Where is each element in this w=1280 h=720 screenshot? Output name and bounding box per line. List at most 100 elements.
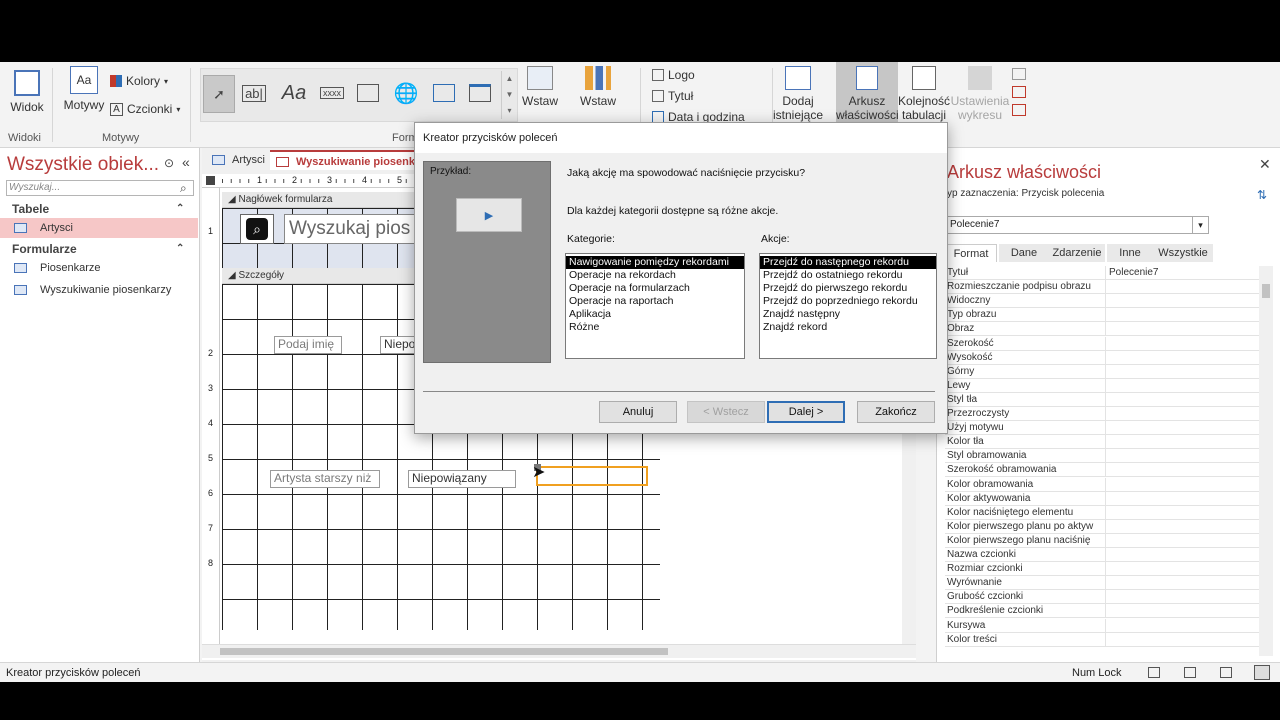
search-icon[interactable]: ⌕ [180, 181, 187, 196]
property-value[interactable] [1105, 576, 1251, 591]
property-value[interactable] [1105, 435, 1251, 450]
header-title-label[interactable]: Wyszukaj pios [284, 214, 424, 244]
sort-icon[interactable]: ⇅ [1257, 188, 1267, 202]
property-value[interactable] [1105, 463, 1251, 478]
property-value[interactable] [1105, 618, 1251, 633]
list-item[interactable]: Znajdź rekord [760, 321, 936, 334]
property-value[interactable] [1105, 378, 1251, 393]
search-logo[interactable]: ⌕ [240, 214, 274, 244]
tab-wyszukiwanie[interactable]: Wyszukiwanie piosenkarzy [270, 150, 420, 170]
chart-settings-button[interactable]: Ustawienia wykresu [950, 66, 1010, 122]
design-view-active-icon[interactable] [1254, 665, 1270, 680]
property-sheet-button[interactable]: Arkusz właściwości [836, 62, 898, 128]
property-value[interactable] [1105, 519, 1251, 534]
property-row[interactable]: Wyrównanie [945, 576, 1259, 591]
property-row[interactable]: Lewy [945, 378, 1259, 393]
property-row[interactable]: Obraz [945, 322, 1259, 337]
fonts-button[interactable]: A Czcionki ▾ [110, 102, 180, 116]
themes-button[interactable]: Aa Motywy [62, 66, 106, 112]
colors-button[interactable]: Kolory ▾ [110, 74, 168, 88]
code-icon[interactable] [1012, 86, 1026, 98]
list-item[interactable]: Przejdź do poprzedniego rekordu [760, 295, 936, 308]
property-row[interactable]: Kursywa [945, 618, 1259, 633]
property-row[interactable]: Podkreślenie czcionki [945, 604, 1259, 619]
list-item[interactable]: Operacje na formularzach [566, 282, 744, 295]
insert-chart-button[interactable]: Wstaw wykres nowoczesny [560, 66, 636, 108]
textbox-control-icon[interactable]: ab| [239, 79, 269, 107]
label-control-icon[interactable]: Aa [279, 79, 309, 107]
property-value[interactable] [1105, 322, 1251, 337]
tab-zdarzenie[interactable]: Zdarzenie [1049, 244, 1105, 262]
insert-image-button[interactable]: Wstaw obraz [520, 66, 560, 108]
nav-item-artysci[interactable]: Artysci [0, 218, 198, 238]
property-value[interactable] [1105, 533, 1251, 548]
select-pointer-icon[interactable]: ➚ [203, 75, 235, 113]
property-row[interactable]: Typ obrazu [945, 308, 1259, 323]
gallery-scroll[interactable]: ▲ ▼ ▾ [501, 71, 517, 119]
property-row[interactable]: Tytuł Polecenie7 [945, 266, 1259, 280]
property-row[interactable]: Szerokość obramowania [945, 463, 1259, 478]
name-label[interactable]: Podaj imię [274, 336, 342, 354]
property-row[interactable]: Szerokość [945, 336, 1259, 351]
scroll-thumb[interactable] [1262, 284, 1270, 298]
web-browser-control-icon[interactable] [429, 79, 459, 107]
property-value[interactable] [1105, 477, 1251, 492]
nav-menu-icon[interactable]: ⊙ [164, 156, 174, 170]
nav-category-forms[interactable]: Formularze ⌃ [0, 240, 198, 258]
property-value[interactable] [1105, 294, 1251, 309]
list-item[interactable]: Różne [566, 321, 744, 334]
design-view-icon[interactable] [1220, 667, 1232, 678]
search-input[interactable]: Wyszukaj... [6, 180, 194, 196]
property-row[interactable]: Styl obramowania [945, 449, 1259, 464]
add-fields-button[interactable]: Dodaj istniejące pola [762, 66, 834, 122]
property-value[interactable] [1105, 632, 1251, 647]
property-row[interactable]: Kolor treści [945, 632, 1259, 647]
chevron-down-icon[interactable]: ▾ [1192, 217, 1208, 233]
object-selector[interactable]: Polecenie7 ▾ [947, 216, 1209, 234]
property-value[interactable] [1105, 364, 1251, 379]
property-value[interactable] [1105, 491, 1251, 506]
tab-order-button[interactable]: Kolejność tabulacji [898, 66, 950, 122]
property-row[interactable]: Kolor aktywowania [945, 491, 1259, 506]
hyperlink-control-icon[interactable]: 🌐 [391, 79, 421, 107]
list-item[interactable]: Znajdź następny [760, 308, 936, 321]
list-item[interactable]: Przejdź do pierwszego rekordu [760, 282, 936, 295]
property-row[interactable]: Nazwa czcionki [945, 548, 1259, 562]
nav-category-tables[interactable]: Tabele ⌃ [0, 200, 198, 218]
property-row[interactable]: Kolor obramowania [945, 477, 1259, 492]
title-button[interactable]: Tytuł [652, 89, 693, 103]
property-row[interactable]: Przezroczysty [945, 407, 1259, 421]
property-value[interactable] [1105, 604, 1251, 619]
form-selector[interactable] [206, 176, 215, 185]
list-item[interactable]: Operacje na rekordach [566, 269, 744, 282]
next-button[interactable]: Dalej > [767, 401, 845, 423]
property-value[interactable] [1105, 336, 1251, 351]
convert-macros-icon[interactable] [1012, 104, 1026, 116]
property-value[interactable] [1105, 590, 1251, 605]
new-command-button-selection[interactable] [534, 464, 648, 486]
finish-button[interactable]: Zakończ [857, 401, 935, 423]
form-view-icon[interactable] [1148, 667, 1160, 678]
age-textbox[interactable]: Niepowiązany [408, 470, 516, 488]
property-value[interactable] [1105, 449, 1251, 464]
close-icon[interactable]: ✕ [1259, 156, 1271, 173]
property-row[interactable]: Kolor pierwszego planu naciśnię [945, 533, 1259, 548]
tab-format[interactable]: Format [945, 244, 997, 262]
tab-artysci[interactable]: Artysci [206, 150, 268, 170]
layout-view-icon[interactable] [1184, 667, 1196, 678]
nav-item-wyszukiwanie[interactable]: Wyszukiwanie piosenkarzy [0, 280, 198, 300]
property-scrollbar[interactable] [1259, 266, 1273, 656]
property-row[interactable]: Rozmieszczanie podpisu obrazu [945, 280, 1259, 295]
property-value[interactable] [1105, 421, 1251, 436]
property-row[interactable]: Kolor pierwszego planu po aktyw [945, 519, 1259, 534]
logo-button[interactable]: Logo [652, 68, 695, 82]
property-value[interactable] [1105, 562, 1251, 577]
property-value[interactable] [1105, 308, 1251, 323]
nav-title[interactable]: Wszystkie obiek... [7, 154, 159, 176]
property-value[interactable] [1105, 280, 1251, 295]
property-value[interactable] [1105, 548, 1251, 562]
property-row[interactable]: Użyj motywu [945, 421, 1259, 436]
tab-control-icon[interactable] [353, 79, 383, 107]
property-row[interactable]: Rozmiar czcionki [945, 562, 1259, 577]
property-value[interactable] [1105, 407, 1251, 421]
